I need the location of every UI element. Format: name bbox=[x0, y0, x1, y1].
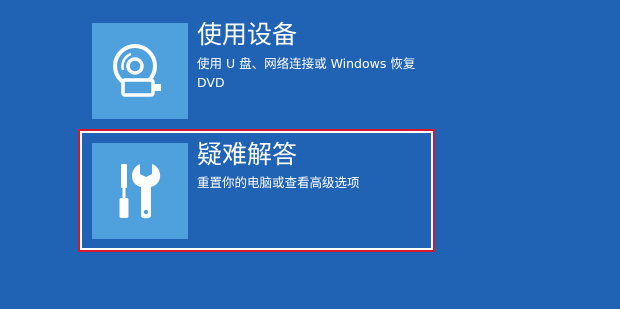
option-description: 重置你的电脑或查看高级选项 bbox=[197, 175, 360, 190]
disc-usb-icon bbox=[113, 44, 161, 97]
use-device-tile bbox=[92, 23, 188, 119]
troubleshoot-option[interactable]: 疑难解答 重置你的电脑或查看高级选项 bbox=[78, 129, 435, 252]
troubleshoot-tile bbox=[92, 143, 188, 239]
use-device-option[interactable]: 使用设备 使用 U 盘、网络连接或 Windows 恢复 DVD bbox=[92, 20, 419, 119]
option-description: 使用 U 盘、网络连接或 Windows 恢复 DVD bbox=[197, 56, 416, 90]
option-title: 使用设备 bbox=[197, 20, 298, 49]
tools-icon bbox=[119, 164, 161, 219]
option-title: 疑难解答 bbox=[197, 140, 298, 169]
recovery-screen: { "options": [ { "title": "使用设备", "descr… bbox=[0, 0, 620, 309]
